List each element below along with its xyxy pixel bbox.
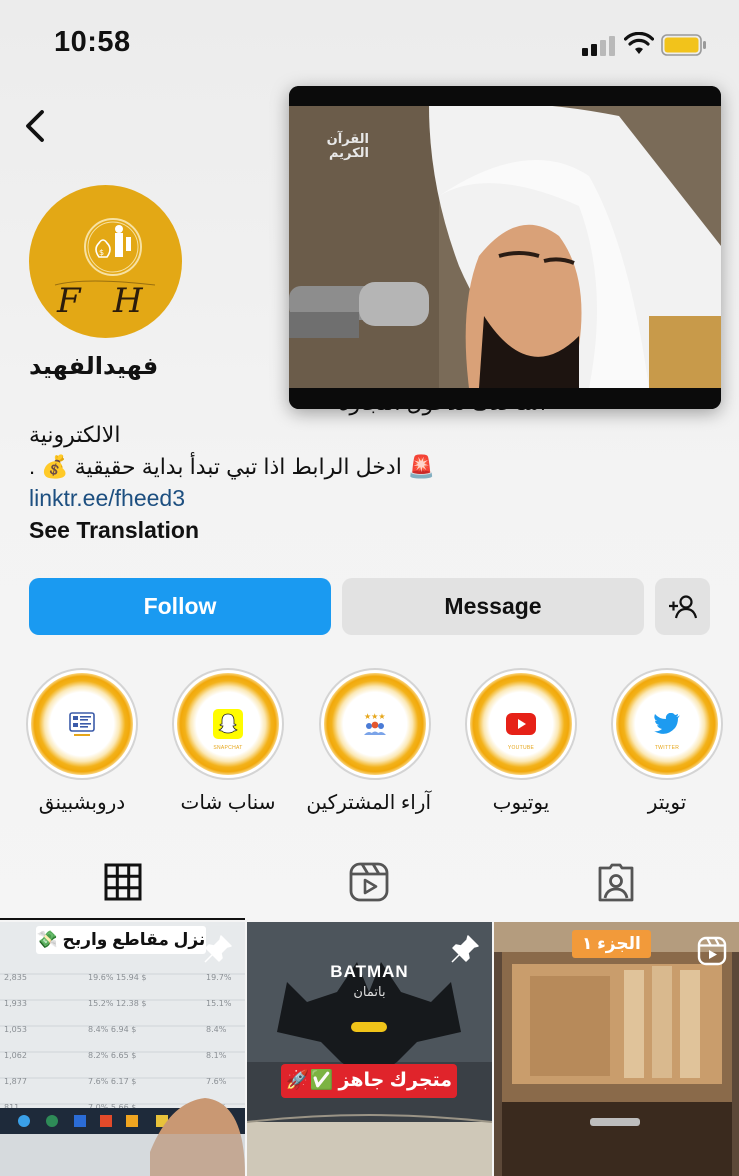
post-caption: متجرك جاهز ✅🚀 xyxy=(281,1064,457,1098)
svg-text:1,877: 1,877 xyxy=(4,1077,27,1086)
status-time: 10:58 xyxy=(54,26,131,58)
svg-text:7.6%: 7.6% xyxy=(206,1077,227,1086)
avatar[interactable]: $ F H xyxy=(29,185,182,338)
svg-text:19.7%: 19.7% xyxy=(206,973,232,982)
pin-icon xyxy=(204,935,232,963)
highlight-reviews[interactable]: ★★★ آراء المشتركين xyxy=(306,668,431,815)
highlight-sub-youtube: YOUTUBE xyxy=(507,745,535,751)
highlight-sub-snapchat: SNAPCHAT xyxy=(213,745,243,751)
highlight-youtube[interactable]: YOUTUBE يوتيوب xyxy=(465,668,577,815)
post-tile[interactable]: الجزء ١ xyxy=(494,922,739,1176)
svg-text:2,835: 2,835 xyxy=(4,973,27,982)
post-badge: الجزء ١ xyxy=(572,930,651,958)
tagged-icon xyxy=(598,863,634,902)
svg-text:8.4%: 8.4% xyxy=(206,1025,227,1034)
wifi-icon xyxy=(624,32,654,54)
snapchat-icon xyxy=(213,709,243,739)
svg-text:1,933: 1,933 xyxy=(4,999,27,1008)
add-user-button[interactable] xyxy=(655,578,710,635)
grid-icon xyxy=(104,863,142,901)
svg-text:1,053: 1,053 xyxy=(4,1025,27,1034)
post-tile[interactable]: BATMAN باتمان متجرك جاهز ✅🚀 xyxy=(247,922,492,1176)
post-subtitle: باتمان xyxy=(353,984,386,999)
bio-line-3: 🚨 ادخل الرابط اذا تبي تبدأ بداية حقيقية … xyxy=(29,454,436,479)
svg-text:7.6% 6.17 $: 7.6% 6.17 $ xyxy=(88,1077,136,1086)
cellular-signal-icon xyxy=(582,34,616,56)
back-button[interactable] xyxy=(18,104,58,148)
highlight-dropshipping[interactable]: دروبشبينق xyxy=(26,668,138,815)
svg-text:19.6% 15.94 $: 19.6% 15.94 $ xyxy=(88,973,147,982)
bio-line-2: الالكترونية xyxy=(29,422,121,447)
svg-text:8.2% 6.65 $: 8.2% 6.65 $ xyxy=(88,1051,136,1060)
see-translation-link[interactable]: See Translation xyxy=(29,517,199,544)
avatar-letters: F H xyxy=(57,281,143,321)
dropshipping-icon xyxy=(69,712,95,736)
highlight-snapchat[interactable]: SNAPCHAT سناب شات xyxy=(172,668,284,815)
highlight-label: سناب شات xyxy=(180,792,276,814)
svg-text:1,062: 1,062 xyxy=(4,1051,27,1060)
svg-text:8.1%: 8.1% xyxy=(206,1051,227,1060)
profile-name: فهيدالفهيد xyxy=(29,353,159,380)
youtube-icon xyxy=(506,713,536,735)
tab-reels[interactable] xyxy=(334,858,404,906)
twitter-icon xyxy=(654,713,680,734)
svg-text:8.4% 6.94 $: 8.4% 6.94 $ xyxy=(88,1025,136,1034)
highlight-label: دروبشبينق xyxy=(38,792,126,814)
post-tile[interactable]: 2,835 1,933 1,053 1,062 1,877 811 19.6% 15.9… xyxy=(0,922,245,1176)
highlight-twitter[interactable]: TWITTER تويتر xyxy=(611,668,723,815)
pip-video-player[interactable]: القرآن الكريم xyxy=(289,86,721,409)
svg-text:★★★: ★★★ xyxy=(364,712,386,721)
reels-icon xyxy=(349,862,389,902)
post-title: BATMAN xyxy=(330,962,409,981)
add-user-icon xyxy=(668,594,697,618)
pin-icon xyxy=(451,935,479,963)
tab-grid[interactable] xyxy=(88,858,158,906)
message-button[interactable]: Message xyxy=(342,578,644,635)
highlight-label: يوتيوب xyxy=(492,792,550,814)
channel-watermark: القرآن الكريم xyxy=(326,131,369,160)
svg-text:15.1%: 15.1% xyxy=(206,999,232,1008)
reviews-icon: ★★★ xyxy=(364,712,386,735)
svg-text:15.2% 12.38 $: 15.2% 12.38 $ xyxy=(88,999,147,1008)
bio-link[interactable]: linktr.ee/fheed3 xyxy=(29,485,185,512)
battery-icon xyxy=(661,34,706,56)
post-caption: نزل مقاطع واربح 💸 xyxy=(36,926,206,954)
highlight-label: آراء المشتركين xyxy=(306,792,431,814)
tab-tagged[interactable] xyxy=(581,858,651,906)
highlight-sub-twitter: TWITTER xyxy=(654,745,680,751)
highlight-label: تويتر xyxy=(647,792,687,814)
svg-text:$: $ xyxy=(99,248,104,257)
active-tab-indicator xyxy=(0,918,245,920)
reel-icon xyxy=(697,936,727,966)
follow-button[interactable]: Follow xyxy=(29,578,331,635)
